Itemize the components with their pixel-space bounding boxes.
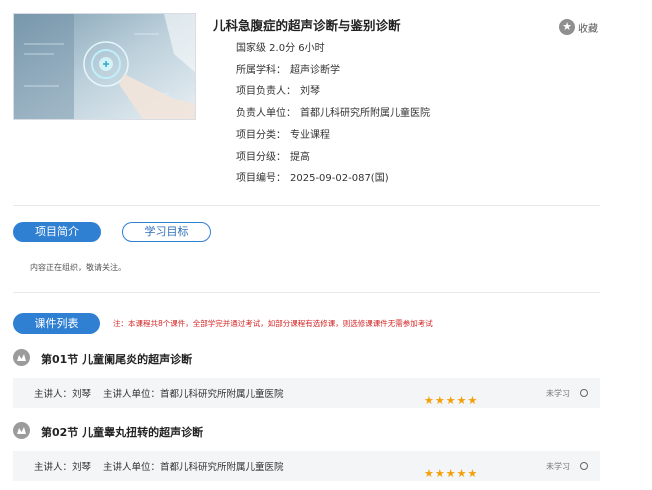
lesson-icon [13,349,30,366]
lesson-title[interactable]: 第02节 儿童睾丸扭转的超声诊断 [41,424,203,440]
leader-value: 刘琴 [300,86,320,97]
code-label: 项目编号： [236,173,286,184]
lecturer-unit-label: 主讲人单位： [103,389,161,400]
code-value: 2025-09-02-087(国) [290,173,389,184]
discipline-label: 所属学科： [236,65,286,76]
grade-label: 项目分级： [236,152,286,163]
unit-value: 首都儿科研究所附属儿童医院 [300,108,430,119]
lecturer-value: 刘琴 [72,462,92,473]
unit-label: 负责人单位： [236,108,296,119]
leader-label: 项目负责人： [236,86,296,97]
course-code: 项目编号： 2025-09-02-087(国) [236,169,389,184]
category-label: 项目分类： [236,130,286,141]
lecturer-unit-label: 主讲人单位： [103,462,161,473]
rating-stars: ★★★★★ [424,467,479,480]
course-note: 注：本课程共8个课件，全部学完并通过考试，如部分课程有选修课，则选修课课件无需参… [113,319,433,328]
discipline-value: 超声诊断学 [290,65,340,76]
lesson-status: 未学习 [546,462,570,471]
tab-course-list[interactable]: 课件列表 [13,313,100,334]
rating-stars: ★★★★★ [424,394,479,407]
course-level-credit: 国家级 2.0分 6小时 [236,43,325,54]
lesson-title[interactable]: 第01节 儿童阑尾炎的超声诊断 [41,351,192,367]
lesson-status: 未学习 [546,389,570,398]
course-leader: 项目负责人： 刘琴 [236,82,320,97]
grade-value: 提高 [290,152,310,163]
course-unit: 负责人单位： 首都儿科研究所附属儿童医院 [236,104,430,119]
star-icon: ★ [559,19,575,35]
intro-text: 内容正在组织，敬请关注。 [30,263,126,272]
status-circle-icon[interactable] [580,389,588,397]
lesson-icon [13,422,30,439]
tab-learning-goals[interactable]: 学习目标 [122,222,211,242]
thumbnail-illustration [14,14,195,119]
divider [13,205,600,206]
course-title: 儿科急腹症的超声诊断与鉴别诊断 [213,18,401,33]
course-grade: 项目分级： 提高 [236,148,310,163]
lesson-row[interactable]: 主讲人：刘琴 主讲人单位：首都儿科研究所附属儿童医院 ★★★★★ 未学习 [13,378,600,408]
tab-project-intro[interactable]: 项目简介 [13,222,101,242]
course-discipline: 所属学科： 超声诊断学 [236,61,340,76]
lecturer-label: 主讲人： [34,389,73,400]
lesson-lecturer: 主讲人：刘琴 主讲人单位：首都儿科研究所附属儿童医院 [34,459,284,473]
lesson-lecturer: 主讲人：刘琴 主讲人单位：首都儿科研究所附属儿童医院 [34,386,284,400]
lecturer-label: 主讲人： [34,462,73,473]
course-category: 项目分类： 专业课程 [236,126,330,141]
favorite-label: 收藏 [578,23,598,35]
lecturer-unit-value: 首都儿科研究所附属儿童医院 [160,462,284,473]
favorite-button[interactable]: ★ 收藏 [559,18,598,36]
course-thumbnail [13,13,196,120]
lesson-row[interactable]: 主讲人：刘琴 主讲人单位：首都儿科研究所附属儿童医院 ★★★★★ 未学习 [13,451,600,481]
divider [13,292,600,293]
lecturer-value: 刘琴 [72,389,92,400]
lecturer-unit-value: 首都儿科研究所附属儿童医院 [160,389,284,400]
status-circle-icon[interactable] [580,462,588,470]
category-value: 专业课程 [290,130,330,141]
